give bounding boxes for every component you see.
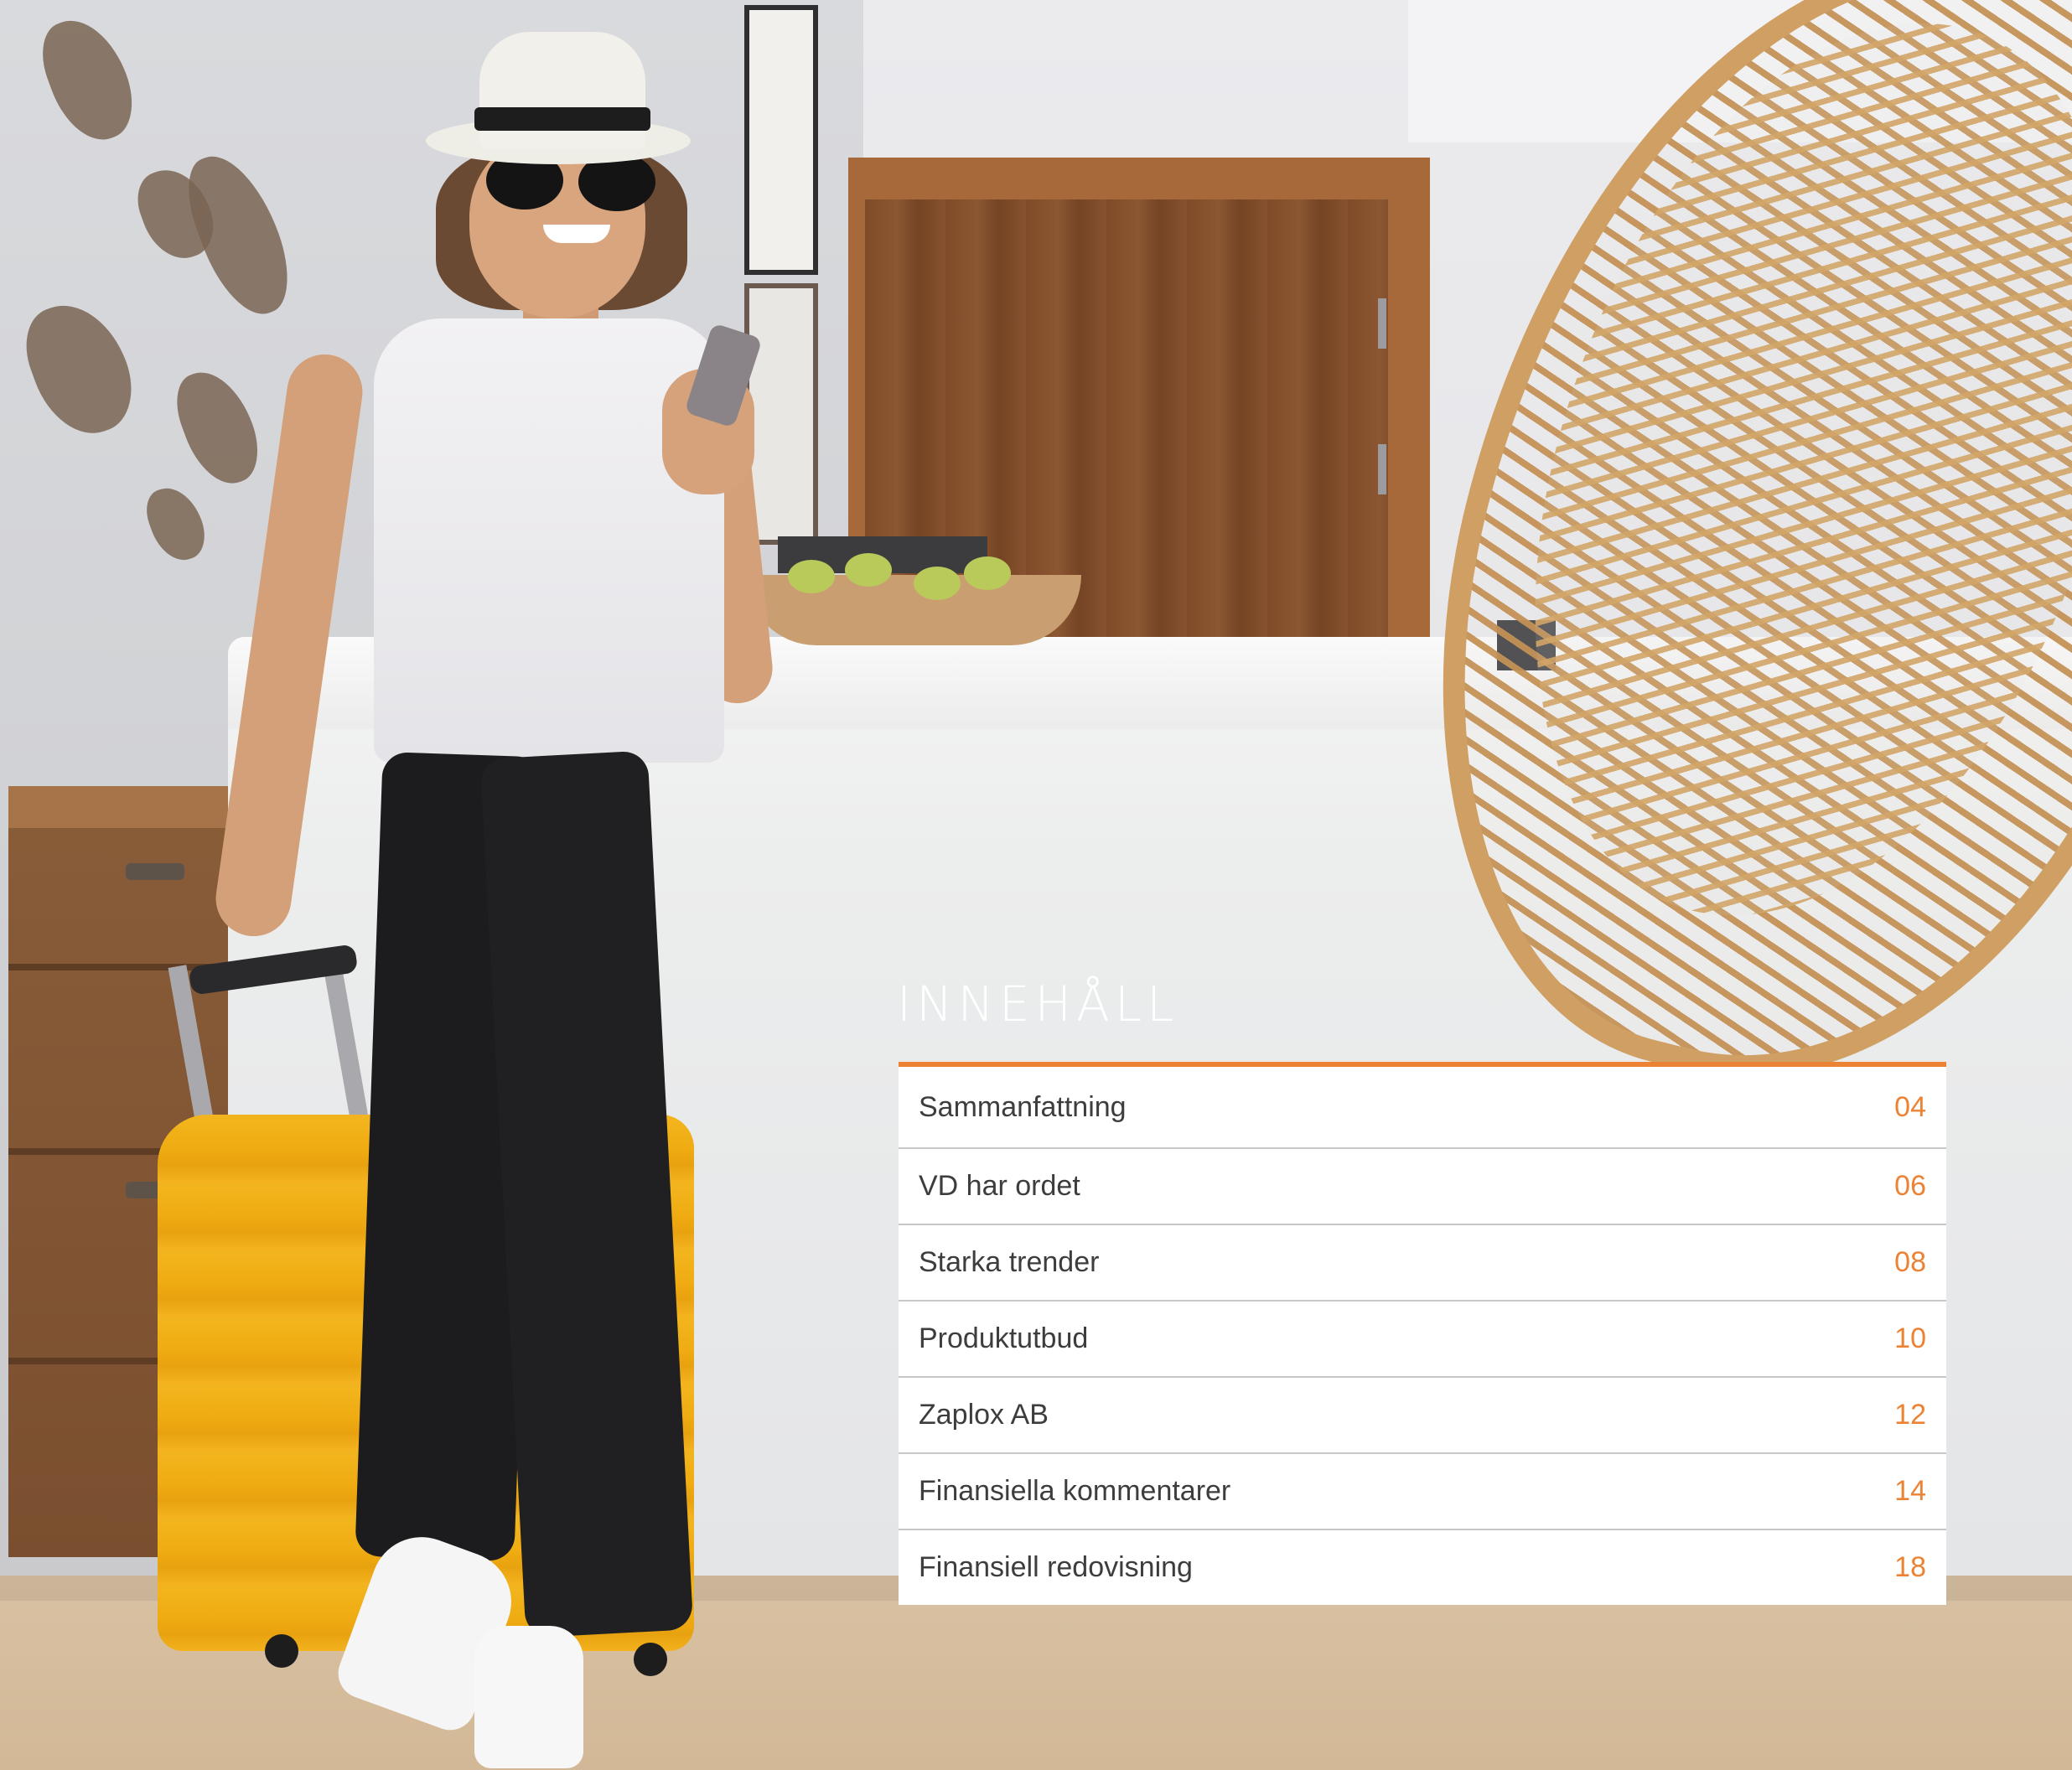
toc-item-page: 06 xyxy=(1894,1170,1926,1202)
drawer-knob xyxy=(126,863,184,880)
apple xyxy=(914,567,961,600)
suitcase-wheel xyxy=(265,1634,298,1668)
toc-item-page: 18 xyxy=(1894,1551,1926,1583)
toc-item-label: Starka trender xyxy=(919,1246,1100,1278)
toc-item-starka-trender[interactable]: Starka trender 08 xyxy=(899,1225,1946,1302)
toc-item-sammanfattning[interactable]: Sammanfattning 04 xyxy=(899,1067,1946,1149)
framed-picture xyxy=(744,5,818,275)
table-of-contents: Sammanfattning 04 VD har ordet 06 Starka… xyxy=(899,1062,1946,1605)
toc-item-page: 14 xyxy=(1894,1475,1926,1507)
toc-item-label: VD har ordet xyxy=(919,1170,1080,1202)
toc-item-page: 04 xyxy=(1894,1090,1926,1123)
apple xyxy=(964,556,1011,590)
apple xyxy=(845,553,892,587)
toc-item-label: Finansiella kommentarer xyxy=(919,1475,1231,1507)
toc-item-page: 08 xyxy=(1894,1246,1926,1278)
suitcase-wheel xyxy=(634,1643,667,1676)
hat-crown xyxy=(479,32,645,149)
toc-item-finansiell-redovisning[interactable]: Finansiell redovisning 18 xyxy=(899,1530,1946,1605)
toc-heading: INNEHÅLL xyxy=(897,976,1179,1032)
toc-item-produktutbud[interactable]: Produktutbud 10 xyxy=(899,1302,1946,1378)
apple xyxy=(788,560,835,593)
toc-item-label: Finansiell redovisning xyxy=(919,1551,1193,1583)
toc-item-label: Sammanfattning xyxy=(919,1090,1127,1123)
toc-item-page: 10 xyxy=(1894,1322,1926,1354)
toc-item-finansiella-kommentarer[interactable]: Finansiella kommentarer 14 xyxy=(899,1454,1946,1530)
white-sneaker xyxy=(474,1626,583,1768)
toc-item-label: Zaplox AB xyxy=(919,1399,1049,1431)
hat-band xyxy=(474,107,650,131)
toc-item-zaplox-ab[interactable]: Zaplox AB 12 xyxy=(899,1378,1946,1454)
smile xyxy=(543,225,610,243)
toc-item-vd-har-ordet[interactable]: VD har ordet 06 xyxy=(899,1149,1946,1225)
toc-item-label: Produktutbud xyxy=(919,1322,1089,1354)
door-hinge xyxy=(1378,298,1386,349)
toc-item-page: 12 xyxy=(1894,1399,1926,1431)
door-hinge xyxy=(1378,444,1386,494)
